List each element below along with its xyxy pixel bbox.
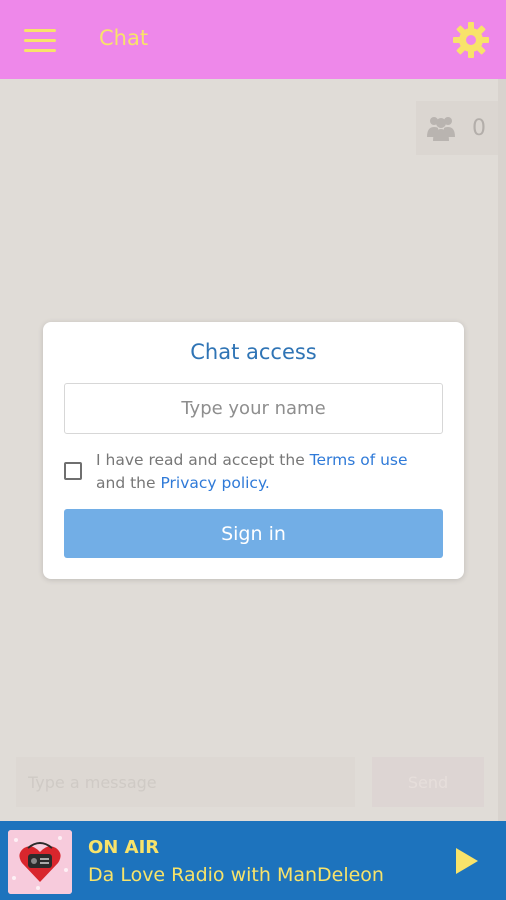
heart-radio-logo-icon (8, 830, 72, 894)
station-cover[interactable] (8, 830, 72, 894)
send-button[interactable]: Send (372, 757, 484, 807)
chat-access-dialog: Chat access I have read and accept the T… (43, 322, 464, 579)
page-title: Chat (99, 26, 149, 50)
track-title: Da Love Radio with ManDeleon (88, 864, 384, 886)
users-count-value: 0 (472, 115, 486, 141)
dialog-title: Chat access (190, 340, 317, 364)
terms-prefix: I have read and accept the (96, 451, 310, 469)
on-air-label: ON AIR (88, 837, 160, 858)
terms-of-use-link[interactable]: Terms of use (310, 451, 408, 469)
privacy-policy-link[interactable]: Privacy policy (160, 474, 264, 492)
terms-suffix: . (264, 474, 270, 492)
message-input[interactable] (16, 757, 355, 807)
terms-text: I have read and accept the Terms of use … (96, 449, 441, 495)
app-header: Chat (0, 0, 506, 79)
name-input[interactable] (64, 383, 443, 434)
sign-in-button[interactable]: Sign in (64, 509, 443, 558)
scrollbar[interactable] (498, 79, 506, 821)
terms-checkbox[interactable] (64, 462, 82, 480)
terms-middle: and the (96, 474, 161, 492)
radio-player-bar: ON AIR Da Love Radio with ManDeleon (0, 821, 506, 900)
hamburger-menu-icon[interactable] (24, 29, 56, 53)
play-icon[interactable] (454, 846, 480, 876)
users-group-icon (427, 117, 455, 141)
online-users-counter[interactable]: 0 (416, 101, 498, 155)
gear-icon[interactable] (451, 20, 491, 60)
